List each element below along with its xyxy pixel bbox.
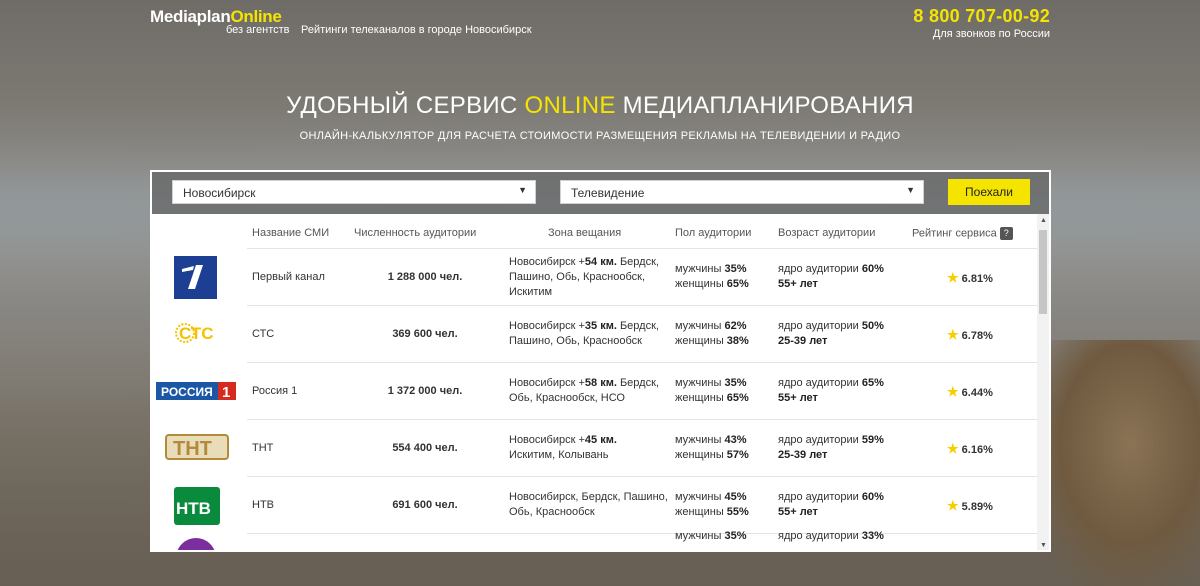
ntv-logo-text: НТВ — [176, 499, 211, 518]
channel-name[interactable]: Первый канал — [252, 270, 325, 285]
age-info: ядро аудитории 60% 55+ лет — [778, 491, 884, 518]
russia-1-logo: РОССИЯ 1 — [156, 382, 236, 401]
table-row[interactable]: РОССИЯ 1 Россия 1 1 372 000 чел. Новосиб… — [152, 363, 1037, 420]
media-select-value: Телевидение — [571, 186, 645, 200]
column-header-audience[interactable]: Численность аудитории — [354, 227, 476, 239]
tnt-logo: ТНТ — [165, 433, 229, 461]
go-button[interactable]: Поехали — [948, 179, 1030, 205]
channel-name[interactable]: СТС — [252, 327, 274, 342]
phone-note: Для звонков по России — [932, 28, 1050, 40]
city-select[interactable]: Новосибирск ▼ — [172, 180, 536, 204]
background-person — [1040, 340, 1200, 586]
sts-logo: СТС — [174, 318, 222, 348]
logo-subtitle: без агентств — [226, 24, 290, 36]
gender-split: мужчины 35% женщины 65% — [675, 263, 749, 290]
audience-value: 554 400 чел. — [392, 442, 458, 454]
search-bar: Новосибирск ▼ Телевидение ▼ Поехали — [152, 172, 1049, 214]
table-row[interactable]: ТНТ ТНТ 554 400 чел. Новосибирск +45 км.… — [152, 420, 1037, 477]
scrollbar-thumb[interactable] — [1039, 230, 1047, 314]
tnt-logo-text: ТНТ — [173, 438, 212, 460]
age-info: ядро аудитории 59% 25-39 лет — [778, 434, 884, 461]
service-rating: ★ 6.16% — [947, 441, 993, 456]
star-icon: ★ — [947, 327, 959, 342]
service-rating: ★ 6.44% — [947, 384, 993, 399]
channel-name[interactable]: НТВ — [252, 498, 274, 513]
dropdown-arrow-icon: ▼ — [906, 185, 915, 195]
age-info: ядро аудитории 33% — [778, 530, 884, 542]
ntv-logo: НТВ — [174, 487, 220, 525]
header-tagline: Рейтинги телеканалов в городе Новосибирс… — [301, 24, 532, 36]
broadcast-zone: Новосибирск +35 км. Бердск, Пашино, Обь,… — [509, 320, 659, 347]
gender-split: мужчины 62% женщины 38% — [675, 320, 749, 347]
russia-logo-number: 1 — [222, 384, 230, 400]
gender-split: мужчины 35% женщины 65% — [675, 377, 749, 404]
age-info: ядро аудитории 65% 55+ лет — [778, 377, 884, 404]
table-row[interactable]: НТВ НТВ 691 600 чел. Новосибирск, Бердск… — [152, 477, 1037, 534]
table-row[interactable]: Первый канал 1 288 000 чел. Новосибирск … — [152, 249, 1037, 306]
broadcast-zone: Новосибирск, Бердск, Пашино, Обь, Красно… — [509, 491, 668, 518]
audience-value: 691 600 чел. — [392, 499, 458, 511]
help-icon[interactable]: ? — [999, 227, 1013, 240]
channel-one-logo — [174, 256, 217, 299]
broadcast-zone: Новосибирск +58 км. Бердск, Обь, Красноо… — [509, 377, 659, 404]
hero-title: УДОБНЫЙ СЕРВИС ONLINE МЕДИАПЛАНИРОВАНИЯ — [286, 92, 914, 119]
channel-name[interactable]: ТНТ — [252, 441, 273, 456]
age-info: ядро аудитории 60% 55+ лет — [778, 263, 884, 290]
channel-name[interactable]: Россия 1 — [252, 384, 297, 399]
table-row[interactable]: мужчины 35% ядро аудитории 33% — [152, 530, 1037, 550]
table-row[interactable]: СТС СТС 369 600 чел. Новосибирск +35 км.… — [152, 306, 1037, 363]
broadcast-zone: Новосибирск +45 км. Искитим, Колывань — [509, 434, 617, 461]
star-icon: ★ — [947, 270, 959, 285]
channel-logo — [176, 538, 216, 550]
gender-split: мужчины 35% — [675, 530, 747, 542]
star-icon: ★ — [947, 384, 959, 399]
service-rating: ★ 6.81% — [947, 270, 993, 285]
sts-logo-text: СТС — [179, 324, 214, 343]
media-type-select[interactable]: Телевидение ▼ — [560, 180, 924, 204]
star-icon: ★ — [947, 441, 959, 456]
russia-logo-text: РОССИЯ — [161, 385, 213, 399]
column-header-zone[interactable]: Зона вещания — [548, 227, 621, 239]
scroll-up-icon[interactable]: ▲ — [1040, 217, 1047, 224]
dropdown-arrow-icon: ▼ — [518, 185, 527, 195]
column-header-gender[interactable]: Пол аудитории — [675, 227, 751, 239]
service-rating: ★ 6.78% — [947, 327, 993, 342]
star-icon: ★ — [947, 498, 959, 513]
gender-split: мужчины 43% женщины 57% — [675, 434, 749, 461]
phone-block: 8 800 707-00-92 Для звонков по России — [913, 6, 1050, 40]
phone-number[interactable]: 8 800 707-00-92 — [913, 6, 1050, 27]
audience-value: 1 288 000 чел. — [387, 271, 463, 283]
hero-subtitle: ОНЛАЙН-КАЛЬКУЛЯТОР ДЛЯ РАСЧЕТА СТОИМОСТИ… — [299, 130, 901, 142]
table-scrollbar[interactable]: ▲ ▼ — [1037, 214, 1049, 550]
ratings-table: Название СМИ Численность аудитории Зона … — [152, 214, 1049, 550]
city-select-value: Новосибирск — [183, 186, 256, 200]
gender-split: мужчины 45% женщины 55% — [675, 491, 749, 518]
column-header-rating[interactable]: Рейтинг сервиса? — [912, 227, 1013, 240]
service-rating: ★ 5.89% — [947, 498, 993, 513]
audience-value: 1 372 000 чел. — [387, 385, 463, 397]
scroll-down-icon[interactable]: ▼ — [1040, 542, 1047, 549]
audience-value: 369 600 чел. — [392, 328, 458, 340]
media-calculator-panel: Новосибирск ▼ Телевидение ▼ Поехали Назв… — [150, 170, 1051, 552]
broadcast-zone: Новосибирск +54 км. Бердск, Пашино, Обь,… — [509, 256, 659, 298]
column-header-age[interactable]: Возраст аудитории — [778, 227, 875, 239]
age-info: ядро аудитории 50% 25-39 лет — [778, 320, 884, 347]
column-header-name[interactable]: Название СМИ — [252, 227, 329, 239]
